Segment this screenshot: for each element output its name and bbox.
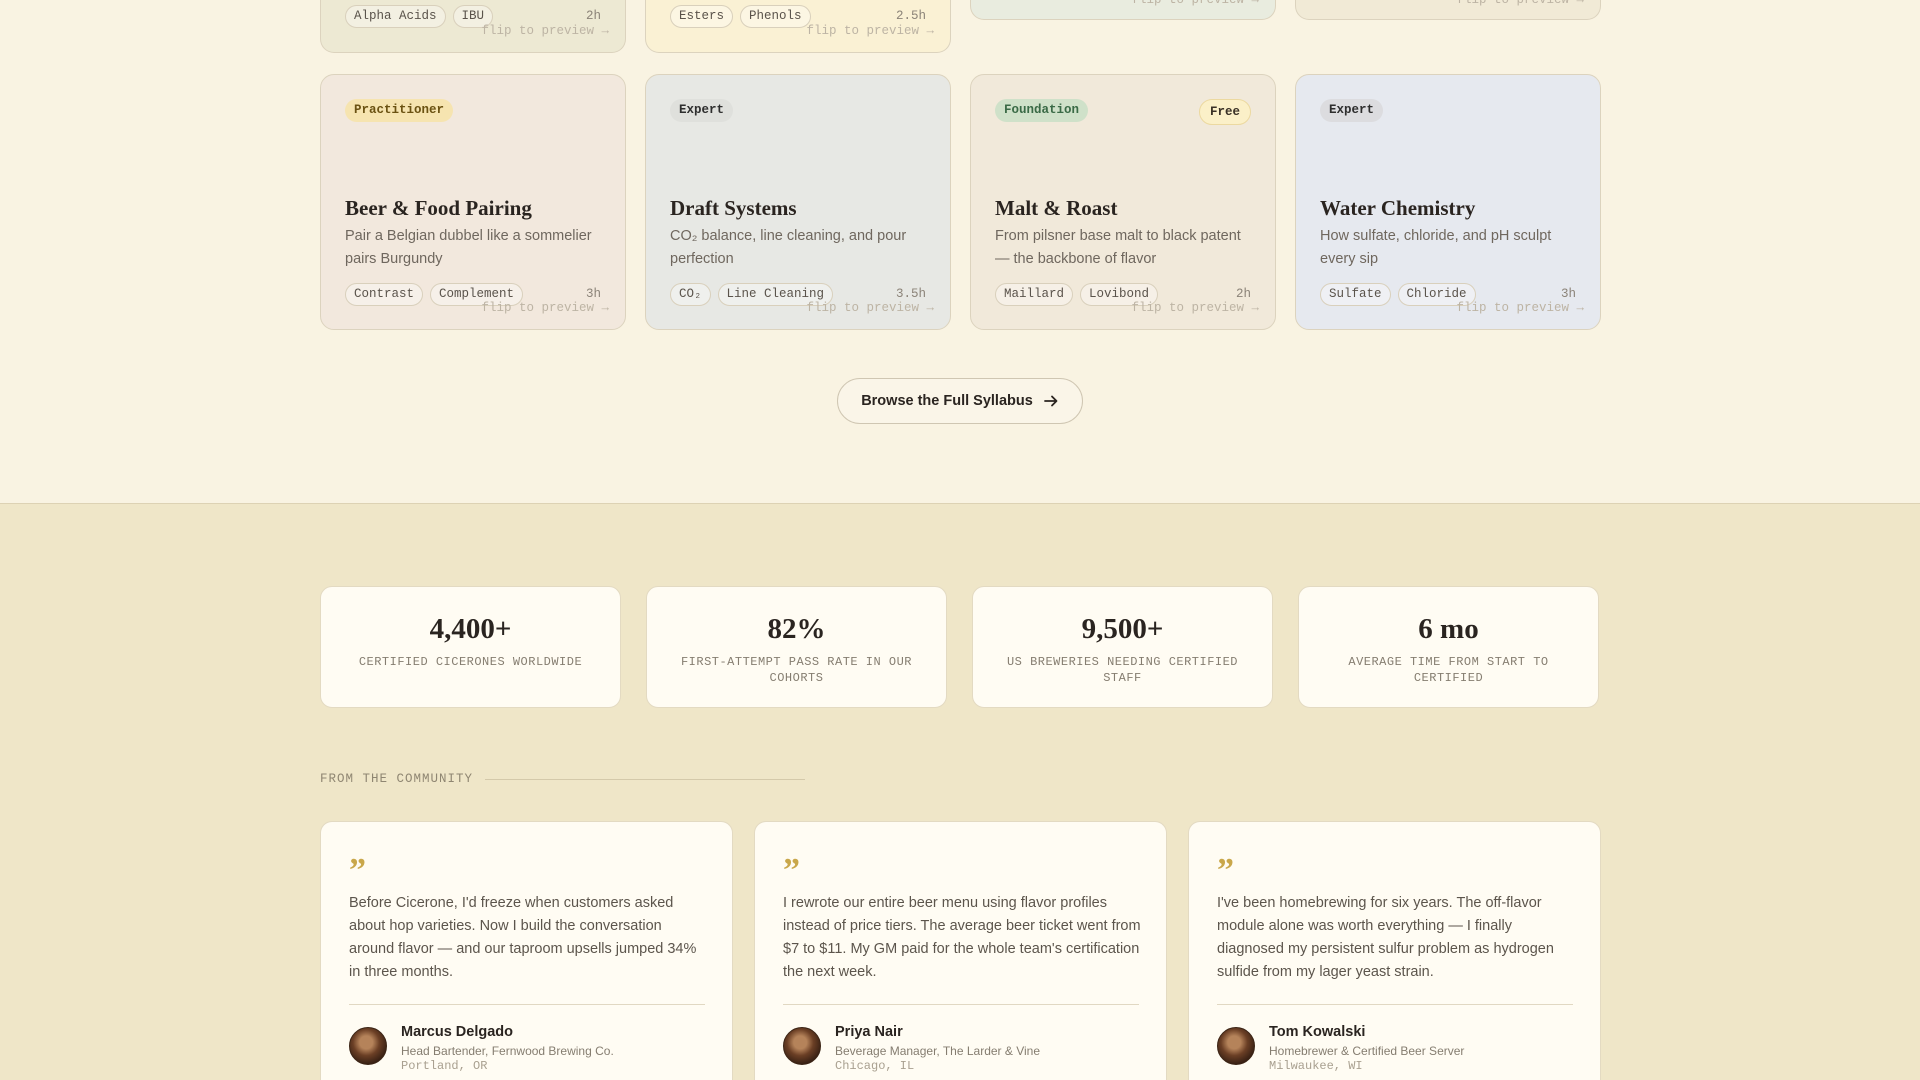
testimonial-location: Chicago, IL [835, 1059, 915, 1073]
quote-mark-icon: ” [349, 852, 366, 889]
topic-tag: CO₂ [670, 283, 711, 306]
flip-hint: flip to preview → [806, 24, 934, 38]
testimonial-card: ” I rewrote our entire beer menu using f… [754, 821, 1167, 1080]
level-badge: Practitioner [345, 99, 454, 122]
course-title: Malt & Roast [995, 196, 1118, 220]
course-card[interactable]: flip to preview → [970, 0, 1276, 20]
topic-tag: Contrast [345, 283, 424, 306]
course-card[interactable]: Practitioner Beer & Food Pairing Pair a … [320, 74, 626, 330]
avatar [349, 1027, 387, 1065]
level-badge: Expert [1320, 99, 1384, 122]
divider [783, 1004, 1139, 1005]
tag-list: Esters Phenols [670, 5, 811, 28]
course-card[interactable]: Alpha Acids IBU 2h flip to preview → [320, 0, 626, 53]
flip-hint: flip to preview → [1456, 0, 1584, 7]
flip-hint: flip to preview → [1131, 0, 1259, 7]
course-title: Draft Systems [670, 196, 797, 220]
tag-list: Alpha Acids IBU [345, 5, 494, 28]
stat-card: 4,400+ CERTIFIED CICERONES WORLDWIDE [320, 586, 621, 708]
testimonial-name: Marcus Delgado [401, 1024, 513, 1040]
testimonial-name: Priya Nair [835, 1024, 903, 1040]
stat-value: 4,400+ [429, 613, 512, 645]
testimonial-card: ” Before Cicerone, I'd freeze when custo… [320, 821, 733, 1080]
course-card[interactable]: flip to preview → [1295, 0, 1601, 20]
stats-section: 4,400+ CERTIFIED CICERONES WORLDWIDE 82%… [0, 503, 1920, 1080]
duration: 2.5h [895, 9, 926, 23]
stat-value: 82% [767, 613, 826, 645]
arrow-right-icon [1043, 395, 1058, 407]
tag-list: Sulfate Chloride [1320, 283, 1476, 306]
course-title: Beer & Food Pairing [345, 196, 532, 220]
stat-value: 6 mo [1418, 613, 1479, 645]
free-badge: Free [1198, 99, 1251, 125]
testimonial-role: Homebrewer & Certified Beer Server [1269, 1044, 1465, 1058]
course-card[interactable]: Expert Draft Systems CO₂ balance, line c… [645, 74, 951, 330]
divider [349, 1004, 705, 1005]
stat-value: 9,500+ [1081, 613, 1164, 645]
course-card[interactable]: Foundation Free Malt & Roast From pilsne… [970, 74, 1276, 330]
testimonial-name: Tom Kowalski [1269, 1024, 1366, 1040]
course-description: CO₂ balance, line cleaning, and pour per… [670, 228, 907, 267]
flip-hint: flip to preview → [1456, 301, 1584, 315]
flip-hint: flip to preview → [806, 301, 934, 315]
topic-tag: Alpha Acids [345, 5, 446, 28]
testimonial-quote: I rewrote our entire beer menu using fla… [783, 895, 1141, 980]
duration: 3h [1560, 287, 1576, 301]
stat-label: AVERAGE TIME FROM START TO CERTIFIED [1348, 655, 1549, 685]
course-description: Pair a Belgian dubbel like a sommelier p… [345, 228, 592, 267]
course-card[interactable]: Esters Phenols 2.5h flip to preview → [645, 0, 951, 53]
duration: 3h [585, 287, 601, 301]
avatar [783, 1027, 821, 1065]
topic-tag: Phenols [740, 5, 811, 28]
flip-hint: flip to preview → [1131, 301, 1259, 315]
stat-label: CERTIFIED CICERONES WORLDWIDE [358, 655, 583, 669]
duration: 3.5h [895, 287, 926, 301]
testimonial-location: Milwaukee, WI [1269, 1059, 1363, 1073]
duration: 2h [1235, 287, 1251, 301]
stat-label: FIRST-ATTEMPT PASS RATE IN OUR COHORTS [680, 655, 913, 685]
course-description: From pilsner base malt to black patent —… [995, 228, 1241, 267]
level-badge: Expert [670, 99, 734, 122]
testimonial-quote: Before Cicerone, I'd freeze when custome… [349, 895, 697, 980]
community-heading: FROM THE COMMUNITY [320, 772, 806, 786]
course-card[interactable]: Expert Water Chemistry How sulfate, chlo… [1295, 74, 1601, 330]
level-badge: Foundation [995, 99, 1089, 122]
testimonial-role: Head Bartender, Fernwood Brewing Co. [401, 1044, 614, 1058]
testimonial-role: Beverage Manager, The Larder & Vine [835, 1044, 1041, 1058]
duration: 2h [585, 9, 601, 23]
testimonial-card: ” I've been homebrewing for six years. T… [1188, 821, 1601, 1080]
quote-mark-icon: ” [1217, 852, 1234, 889]
stat-card: 82% FIRST-ATTEMPT PASS RATE IN OUR COHOR… [646, 586, 947, 708]
topic-tag: Esters [670, 5, 734, 28]
topic-tag: Maillard [995, 283, 1074, 306]
course-title: Water Chemistry [1320, 196, 1476, 220]
avatar [1217, 1027, 1255, 1065]
browse-syllabus-button[interactable]: Browse the Full Syllabus [837, 378, 1083, 424]
quote-mark-icon: ” [783, 852, 800, 889]
topic-tag: Sulfate [1320, 283, 1391, 306]
testimonial-quote: I've been homebrewing for six years. The… [1217, 895, 1554, 980]
community-heading-text: FROM THE COMMUNITY [320, 772, 474, 786]
browse-syllabus-label: Browse the Full Syllabus [861, 393, 1033, 409]
flip-hint: flip to preview → [481, 24, 609, 38]
heading-divider [485, 778, 806, 780]
divider [1217, 1004, 1573, 1005]
flip-hint: flip to preview → [481, 301, 609, 315]
course-description: How sulfate, chloride, and pH sculpt eve… [1320, 228, 1552, 267]
stat-label: US BREWERIES NEEDING CERTIFIED STAFF [1006, 655, 1239, 685]
testimonial-location: Portland, OR [401, 1059, 488, 1073]
stat-card: 9,500+ US BREWERIES NEEDING CERTIFIED ST… [972, 586, 1273, 708]
stat-card: 6 mo AVERAGE TIME FROM START TO CERTIFIE… [1298, 586, 1599, 708]
